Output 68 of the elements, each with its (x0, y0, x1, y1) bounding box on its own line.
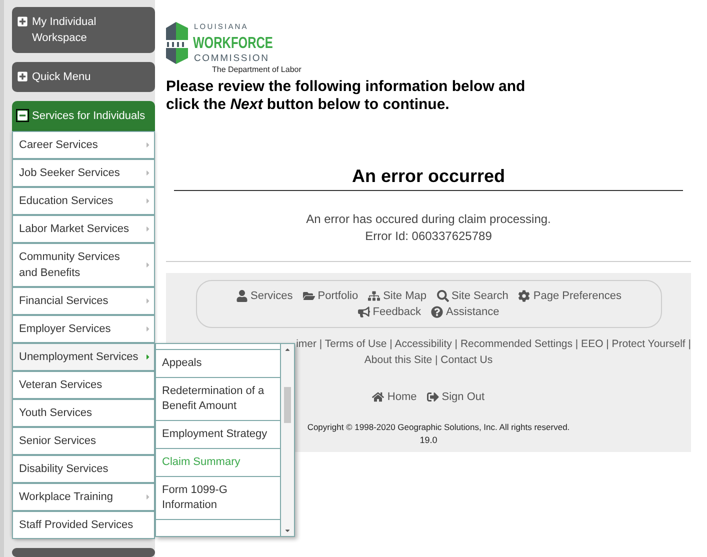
version: 19.0 (420, 434, 438, 447)
collapse-icon[interactable] (17, 110, 28, 121)
footer-links[interactable]: About this Site | Contact Us (364, 353, 493, 368)
search-icon (436, 290, 449, 302)
menu-item-label: Labor Market Services (19, 222, 130, 237)
menu-item-label: Education Services (19, 194, 114, 209)
menu-item[interactable]: Disability Services (12, 455, 155, 483)
scroll-up-icon[interactable] (284, 346, 291, 353)
panel-title: Services for Individuals (32, 109, 146, 124)
expand-icon[interactable] (17, 71, 28, 82)
panel-title: Quick Menu (32, 70, 91, 85)
megaphone-icon (358, 306, 370, 318)
menu-item-label: Financial Services (19, 294, 110, 309)
panel-header[interactable]: My Individual Workspace (12, 7, 155, 53)
menu-item[interactable]: Job Seeker Services (12, 159, 155, 187)
footer-nav-link[interactable]: Services (236, 288, 293, 304)
menu-item[interactable]: Veteran Services (12, 371, 155, 399)
footer-links[interactable]: imer | Terms of Use | Accessibility | Recommended Settings | EEO | Protect Yourself | (296, 337, 691, 352)
panel-header[interactable]: Services for Individuals (12, 101, 155, 131)
error-title: An error occurred (352, 166, 506, 186)
menu-item-label: Senior Services (19, 434, 98, 449)
menu-item[interactable]: Staff Provided Services (12, 511, 155, 539)
copyright: Copyright © 1998-2020 Geographic Solutions, Inc. All rights reserved. (306, 421, 570, 434)
footer-nav-link[interactable]: Site Map (368, 288, 427, 304)
footer-nav-link[interactable]: Page Preferences (518, 288, 622, 304)
menu-item-label: Unemployment Services (19, 350, 140, 365)
menu-item-label: Job Seeker Services (19, 166, 121, 181)
sitemap-icon (368, 290, 380, 302)
menu-item-label: Employer Services (19, 322, 112, 337)
settings-icon (518, 290, 530, 302)
sign-out-icon (426, 391, 439, 403)
scrollbar[interactable] (280, 344, 294, 536)
expand-icon[interactable] (17, 16, 28, 27)
menu-item[interactable]: Senior Services (12, 427, 155, 455)
menu-item[interactable]: Labor Market Services (12, 215, 155, 243)
menu-item-label: Veteran Services (19, 378, 104, 393)
panel-title: My Individual Workspace (32, 15, 98, 46)
footer-nav-link[interactable]: Portfolio (302, 288, 358, 304)
menu-item[interactable]: Employer Services (12, 315, 155, 343)
home-icon (372, 391, 384, 403)
footer-nav-link[interactable]: Site Search (436, 288, 508, 304)
menu-item[interactable]: Career Services (12, 131, 155, 159)
logo-tagline: The Department of Labor (211, 64, 302, 76)
footer-nav-link[interactable]: Assistance (431, 304, 500, 320)
scrollbar-thumb[interactable] (284, 387, 291, 423)
menu-item-label: Disability Services (19, 462, 110, 477)
menu-item[interactable]: Financial Services (12, 287, 155, 315)
menu-item[interactable]: Unemployment Services (12, 343, 155, 371)
error-id: Error Id: 060337625789 (365, 228, 492, 245)
menu-item[interactable]: Youth Services (12, 399, 155, 427)
footer-action-link[interactable]: Home (372, 389, 417, 405)
menu-item-label: Youth Services (19, 406, 93, 421)
menu-item-label: Career Services (19, 138, 99, 153)
scroll-down-icon[interactable] (284, 527, 291, 534)
footer-nav-link[interactable]: Feedback (358, 304, 422, 320)
instructions: Please review the following information below and click the Next button below to continue. (166, 78, 526, 114)
panel-header[interactable]: Quick Menu (12, 62, 155, 92)
folder-icon (302, 290, 315, 302)
menu-item-label: Workplace Training (19, 490, 114, 505)
menu-item[interactable]: Workplace Training (12, 483, 155, 511)
menu-item-label: Staff Provided Services (19, 518, 134, 533)
help-icon (431, 306, 444, 318)
menu-item[interactable]: Community Services and Benefits (12, 243, 155, 287)
error-message: An error has occured during claim processing. (306, 211, 551, 228)
user-icon (236, 290, 248, 302)
footer-action-link[interactable]: Sign Out (426, 389, 485, 405)
menu-item-label: Community Services and Benefits (19, 250, 121, 281)
menu-item[interactable]: Education Services (12, 187, 155, 215)
